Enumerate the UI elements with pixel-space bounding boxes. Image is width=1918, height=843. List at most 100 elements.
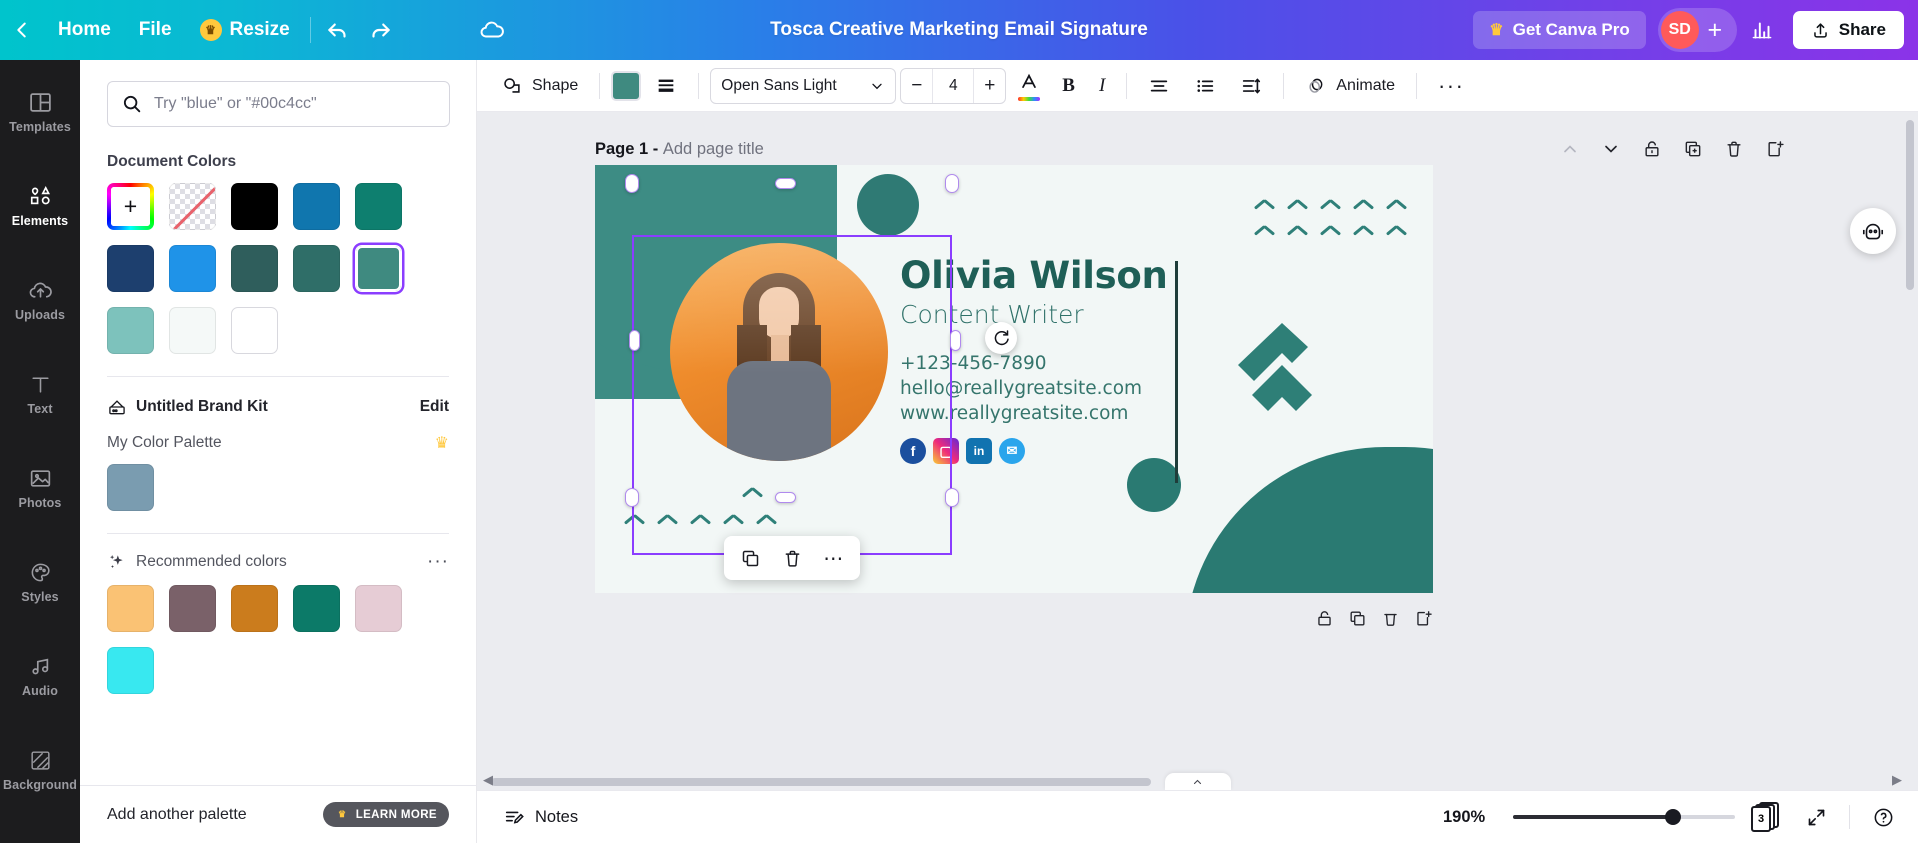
get-canva-pro-button[interactable]: ♛ Get Canva Pro	[1473, 11, 1646, 49]
duplicate-element-button[interactable]	[732, 542, 768, 574]
line-spacing-button[interactable]	[1230, 69, 1272, 103]
move-page-down-button[interactable]	[1597, 136, 1624, 163]
selection-handle-left-middle[interactable]	[629, 330, 640, 351]
move-page-up-button[interactable]	[1556, 136, 1583, 163]
home-menu[interactable]: Home	[44, 11, 125, 49]
scroll-left-arrow[interactable]: ◀	[483, 772, 493, 788]
more-options-button[interactable]: ···	[1428, 67, 1474, 105]
italic-button[interactable]: I	[1089, 69, 1115, 103]
help-button[interactable]	[1866, 800, 1900, 834]
back-button[interactable]	[0, 19, 44, 41]
add-page-button[interactable]	[1761, 136, 1788, 163]
selection-handle-top-middle[interactable]	[775, 178, 796, 189]
file-menu[interactable]: File	[125, 11, 186, 49]
font-size-input[interactable]: 4	[932, 68, 975, 103]
phone-text[interactable]: +123-456-7890	[900, 352, 1168, 377]
recommended-more-button[interactable]: ···	[427, 551, 449, 573]
swatch-teal[interactable]	[293, 245, 340, 292]
insights-button[interactable]	[1741, 9, 1783, 51]
swatch-mauve-grey[interactable]	[169, 585, 216, 632]
page-title-placeholder[interactable]: Add page title	[663, 140, 764, 158]
selection-handle-top-right[interactable]	[945, 174, 959, 193]
text-color-button[interactable]	[1010, 66, 1048, 105]
swatch-transparent[interactable]	[169, 183, 216, 230]
bold-button[interactable]: B	[1052, 69, 1085, 103]
scroll-thumb[interactable]	[491, 778, 1151, 786]
font-size-increase-button[interactable]: +	[974, 69, 1005, 103]
selection-handle-top-left[interactable]	[625, 174, 639, 193]
canvas-scroll-area[interactable]: Page 1 - Add page title Olivia Wilson Co…	[477, 112, 1918, 790]
add-another-palette-button[interactable]: Add another palette	[107, 806, 247, 824]
rotate-handle[interactable]	[985, 322, 1017, 354]
designer-role[interactable]: Content Writer	[900, 301, 1168, 329]
scroll-thumb[interactable]	[1906, 120, 1914, 290]
assistant-button[interactable]	[1850, 208, 1896, 254]
text-align-button[interactable]	[1138, 69, 1180, 103]
canvas-vertical-scrollbar[interactable]	[1906, 120, 1914, 620]
design-page[interactable]: Olivia Wilson Content Writer +123-456-78…	[595, 165, 1433, 593]
sidebar-item-background[interactable]: Background	[0, 732, 80, 808]
designer-name[interactable]: Olivia Wilson	[900, 256, 1168, 296]
twitter-icon[interactable]: ✉	[999, 438, 1025, 465]
instagram-icon[interactable]: ▢	[933, 438, 959, 465]
sidebar-item-text[interactable]: Text	[0, 356, 80, 432]
swatch-custom-color-picker[interactable]: +	[107, 183, 154, 230]
duplicate-page-button[interactable]	[1679, 136, 1706, 163]
selection-handle-right-middle[interactable]	[950, 330, 961, 351]
swatch-pale-pink[interactable]	[355, 585, 402, 632]
zoom-slider[interactable]	[1513, 809, 1735, 825]
lock-page-button[interactable]	[1638, 136, 1665, 163]
shape-button[interactable]: Shape	[491, 69, 588, 103]
redo-button[interactable]	[359, 9, 401, 51]
swatch-off-white[interactable]	[169, 307, 216, 354]
page-2-duplicate-button[interactable]	[1348, 609, 1367, 633]
sidebar-item-styles[interactable]: Styles	[0, 544, 80, 620]
swatch-light-orange[interactable]	[107, 585, 154, 632]
resize-button[interactable]: ♛ Resize	[186, 11, 304, 49]
selection-handle-bottom-right[interactable]	[945, 488, 959, 507]
brand-kit-name-group[interactable]: Untitled Brand Kit	[107, 397, 268, 417]
zoom-slider-knob[interactable]	[1665, 809, 1681, 825]
sidebar-item-templates[interactable]: Templates	[0, 74, 80, 150]
swatch-selected-teal[interactable]	[355, 245, 402, 292]
fullscreen-button[interactable]	[1799, 800, 1833, 834]
fill-color-button[interactable]	[611, 70, 642, 101]
swatch-steel-blue[interactable]	[107, 464, 154, 511]
website-text[interactable]: www.reallygreatsite.com	[900, 402, 1168, 427]
swatch-blue[interactable]	[293, 183, 340, 230]
undo-button[interactable]	[317, 9, 359, 51]
page-2-add-button[interactable]	[1414, 609, 1433, 633]
swatch-bright-blue[interactable]	[169, 245, 216, 292]
cloud-save-status[interactable]	[471, 9, 513, 51]
swatch-emerald[interactable]	[293, 585, 340, 632]
swatch-navy[interactable]	[107, 245, 154, 292]
sidebar-item-photos[interactable]: Photos	[0, 450, 80, 526]
selection-handle-bottom-left[interactable]	[625, 488, 639, 507]
linkedin-icon[interactable]: in	[966, 438, 992, 465]
page-manager-button[interactable]: 3	[1751, 802, 1783, 832]
invite-members-button[interactable]: +	[1699, 14, 1731, 46]
animate-button[interactable]: Animate	[1295, 69, 1405, 103]
swatch-black[interactable]	[231, 183, 278, 230]
collaborators-group[interactable]: SD +	[1657, 8, 1737, 52]
swatch-light-teal[interactable]	[107, 307, 154, 354]
email-text[interactable]: hello@reallygreatsite.com	[900, 377, 1168, 402]
page-2-lock-button[interactable]	[1315, 609, 1334, 633]
delete-element-button[interactable]	[774, 542, 810, 574]
sidebar-item-audio[interactable]: Audio	[0, 638, 80, 714]
swatch-white[interactable]	[231, 307, 278, 354]
edit-brand-kit-button[interactable]: Edit	[420, 398, 449, 416]
border-style-button[interactable]	[645, 69, 687, 103]
page-title-row[interactable]: Page 1 - Add page title	[595, 140, 764, 159]
sidebar-item-elements[interactable]: Elements	[0, 168, 80, 244]
learn-more-button[interactable]: ♛ LEARN MORE	[322, 802, 449, 827]
collapse-panel-tab[interactable]	[1164, 773, 1231, 790]
share-button[interactable]: Share	[1792, 11, 1904, 49]
scroll-right-arrow[interactable]: ▶	[1892, 772, 1902, 788]
selection-handle-bottom-middle[interactable]	[775, 492, 796, 503]
facebook-icon[interactable]: f	[900, 438, 926, 465]
page-2-delete-button[interactable]	[1381, 609, 1400, 633]
swatch-dark-teal[interactable]	[231, 245, 278, 292]
font-size-decrease-button[interactable]: −	[901, 69, 932, 103]
font-family-select[interactable]: Open Sans Light	[710, 67, 897, 104]
